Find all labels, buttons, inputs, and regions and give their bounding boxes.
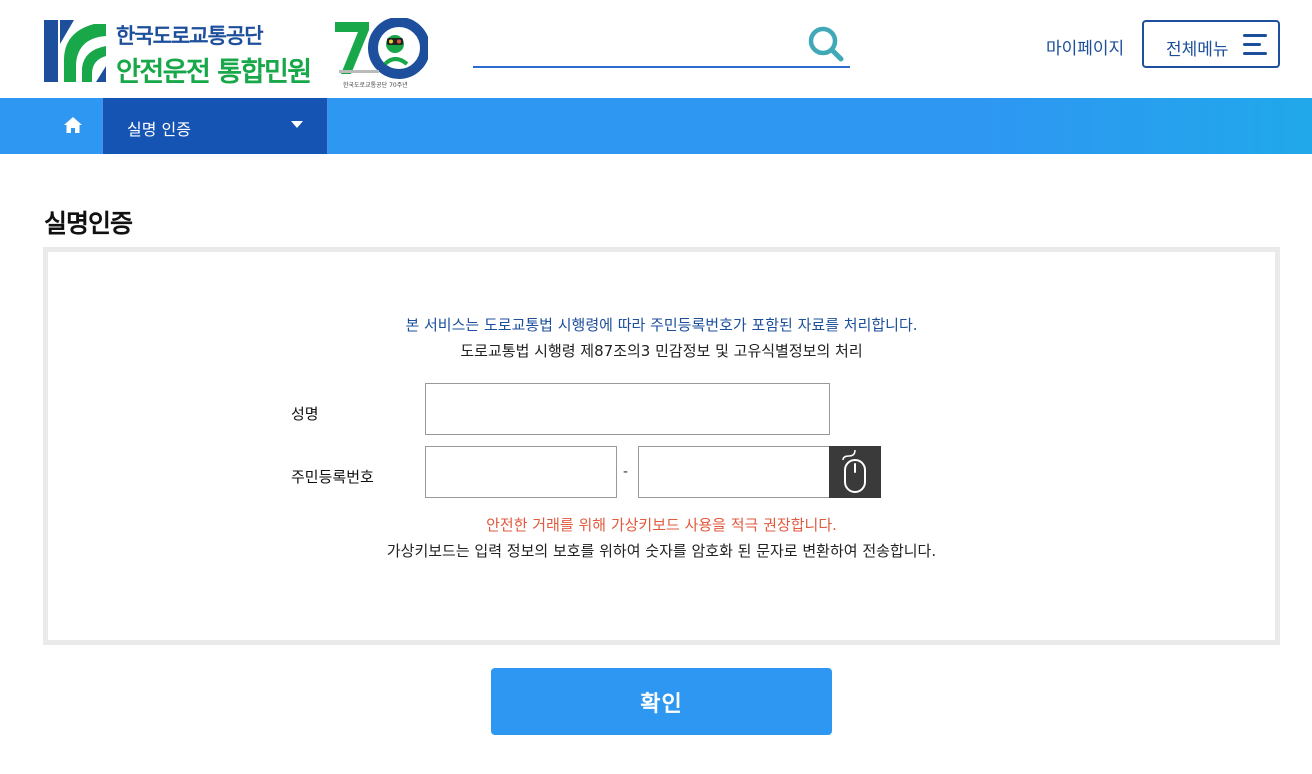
search-input[interactable] xyxy=(473,22,803,66)
rrn-dash: - xyxy=(623,464,629,480)
hamburger-icon xyxy=(1243,34,1267,56)
page-title: 실명인증 xyxy=(44,209,133,238)
virtual-keyboard-button[interactable] xyxy=(829,446,881,498)
site-name: 안전운전 통합민원 xyxy=(116,57,312,88)
site-header: 한국도로교통공단 안전운전 통합민원 한국도로교통공단 70주년 마이페이지 전… xyxy=(0,0,1312,98)
confirm-button[interactable]: 확인 xyxy=(491,668,832,735)
current-menu-dropdown[interactable]: 실명 인증 xyxy=(102,98,328,154)
all-menu-button[interactable]: 전체메뉴 xyxy=(1142,20,1280,68)
site-logo[interactable]: 한국도로교통공단 안전운전 통합민원 xyxy=(44,20,312,88)
caret-down-icon xyxy=(291,121,303,128)
home-icon xyxy=(64,117,82,133)
anniversary-70-icon xyxy=(335,17,430,79)
anniversary-emblem: 한국도로교통공단 70주년 xyxy=(333,17,430,92)
legal-basis-notice: 도로교통법 시행령 제87조의3 민감정보 및 고유식별정보의 처리 xyxy=(460,342,863,360)
current-menu-label: 실명 인증 xyxy=(127,120,191,139)
search-box xyxy=(473,22,850,68)
identity-verification-panel: 본 서비스는 도로교통법 시행령에 따라 주민등록번호가 포함된 자료를 처리합… xyxy=(43,247,1280,645)
search-button[interactable] xyxy=(806,24,846,64)
search-icon xyxy=(808,26,844,62)
rrn-back-input[interactable] xyxy=(638,446,830,498)
name-input[interactable] xyxy=(425,383,830,435)
anniversary-caption: 한국도로교통공단 70주년 xyxy=(343,82,408,89)
service-notice: 본 서비스는 도로교통법 시행령에 따라 주민등록번호가 포함된 자료를 처리합… xyxy=(405,316,918,334)
mouse-icon xyxy=(842,449,866,493)
logo-mark-icon xyxy=(44,20,106,82)
mypage-link[interactable]: 마이페이지 xyxy=(1046,34,1124,59)
name-label: 성명 xyxy=(291,405,319,423)
rrn-label: 주민등록번호 xyxy=(291,468,374,486)
home-button[interactable] xyxy=(44,98,102,154)
virtual-keyboard-description: 가상키보드는 입력 정보의 보호를 위하여 숫자를 암호화 된 문자로 변환하여… xyxy=(386,542,937,560)
location-navbar: 실명 인증 xyxy=(0,98,1312,154)
org-name: 한국도로교통공단 xyxy=(116,24,264,48)
rrn-front-input[interactable] xyxy=(425,446,617,498)
all-menu-label: 전체메뉴 xyxy=(1166,40,1229,59)
virtual-keyboard-recommendation: 안전한 거래를 위해 가상키보드 사용을 적극 권장합니다. xyxy=(486,516,837,534)
